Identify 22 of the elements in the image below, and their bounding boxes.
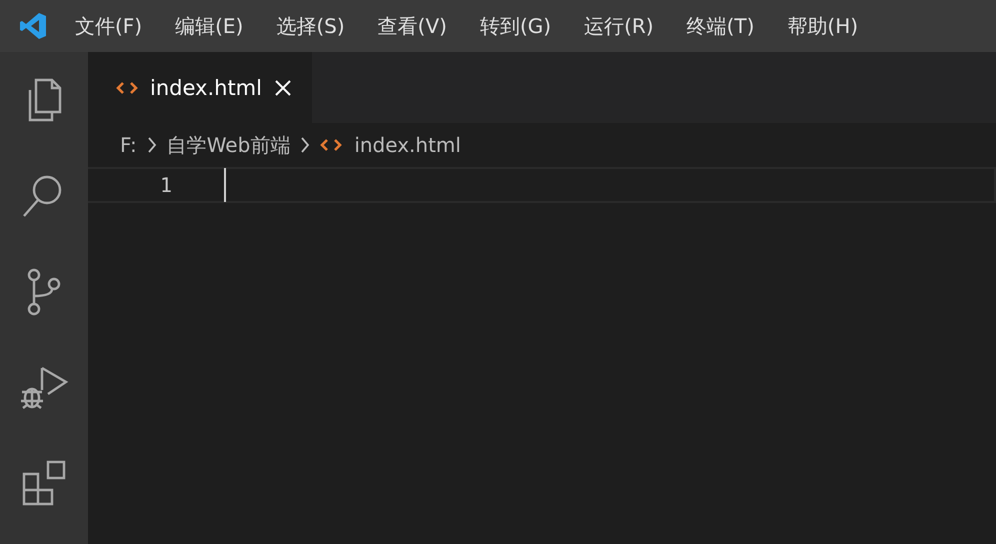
run-debug-icon[interactable] [18, 364, 70, 412]
app-logo-icon[interactable] [19, 12, 47, 40]
close-icon[interactable] [274, 78, 292, 96]
chevron-right-icon [300, 136, 310, 154]
line-number: 1 [158, 173, 172, 197]
menu-item[interactable]: 帮助(H) [787, 12, 858, 40]
breadcrumb-item[interactable]: F: [120, 133, 137, 157]
code-file-icon [116, 80, 138, 94]
menu-item[interactable]: 查看(V) [378, 12, 447, 40]
menu-item[interactable]: 转到(G) [480, 12, 552, 40]
editor-tab[interactable]: index.html [88, 52, 312, 123]
menu-item[interactable]: 编辑(E) [175, 12, 244, 40]
text-cursor [224, 168, 226, 202]
extensions-icon[interactable] [20, 460, 68, 508]
menu-item[interactable]: 选择(S) [276, 12, 345, 40]
menu-item[interactable]: 文件(F) [75, 12, 142, 40]
breadcrumb-item[interactable]: 自学Web前端 [166, 132, 290, 158]
menu-item[interactable]: 运行(R) [584, 12, 654, 40]
menu-item[interactable]: 终端(T) [686, 12, 754, 40]
breadcrumb-item[interactable]: index.html [320, 133, 461, 157]
code-file-icon [320, 138, 342, 152]
chevron-right-icon [146, 136, 157, 154]
